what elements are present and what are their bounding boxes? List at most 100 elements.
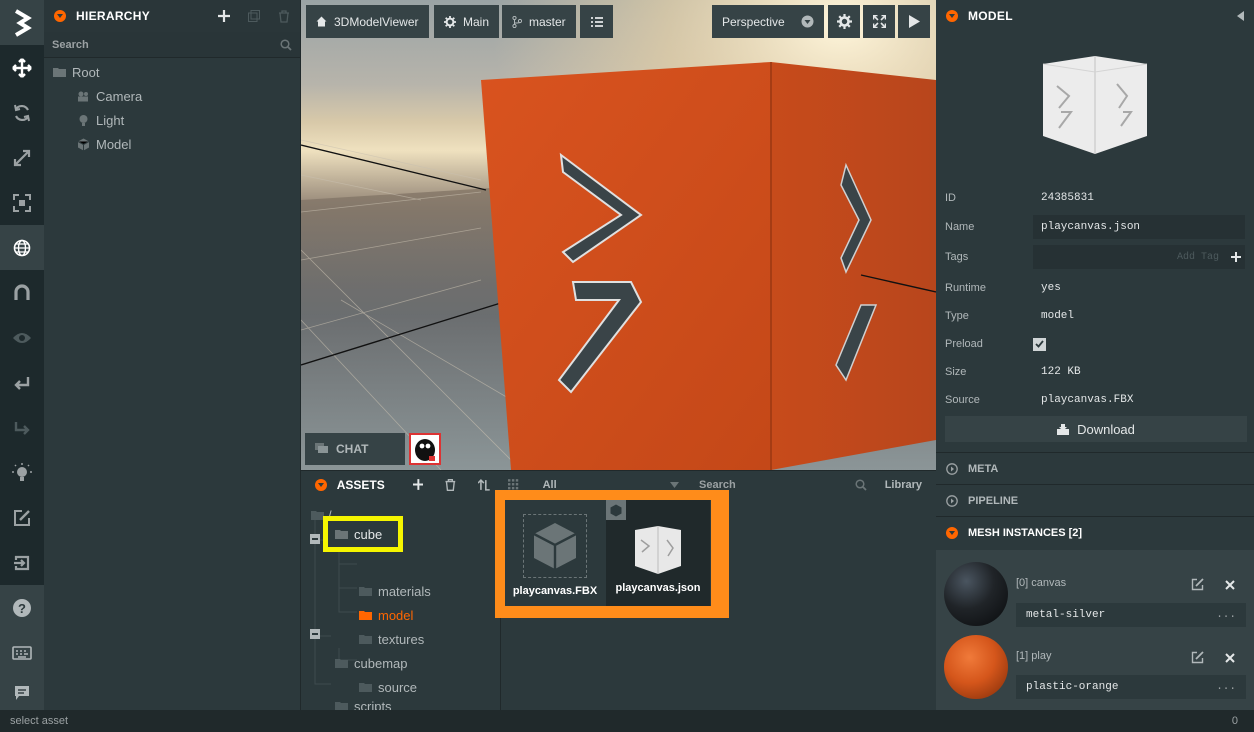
undo-icon[interactable] (0, 360, 44, 405)
folder-source[interactable]: source (359, 676, 417, 698)
avatar-icon (415, 439, 435, 461)
download-icon (1057, 423, 1070, 435)
folder-cubemap[interactable]: cubemap (335, 652, 407, 674)
tree-item-camera[interactable]: Camera (77, 85, 142, 107)
tags-placeholder: Add Tag (1176, 251, 1219, 263)
asset-search-placeholder: Search (699, 478, 736, 491)
prop-name: Name playcanvas.json (945, 215, 1245, 239)
library-button[interactable]: Library (885, 479, 922, 491)
edit-material-icon[interactable] (1191, 578, 1204, 591)
json-filename: playcanvas.json (615, 582, 701, 594)
folder-up-icon[interactable] (478, 478, 490, 491)
id-label: ID (945, 192, 956, 204)
svg-text:?: ? (18, 601, 26, 616)
lightmap-icon[interactable] (0, 450, 44, 495)
hierarchy-search[interactable]: Search (44, 32, 300, 58)
publish-icon[interactable] (0, 540, 44, 585)
grid-view-icon[interactable] (507, 479, 519, 490)
source-value: playcanvas.FBX (1041, 394, 1134, 406)
launch-button[interactable] (898, 5, 930, 38)
panel-fold-icon[interactable] (1237, 11, 1244, 21)
world-icon[interactable] (0, 225, 44, 270)
snap-icon[interactable] (0, 270, 44, 315)
redo-icon[interactable] (0, 405, 44, 450)
material-0-more[interactable]: ... (1216, 609, 1236, 621)
close-icon[interactable] (1225, 580, 1235, 590)
section-meta[interactable]: META (936, 452, 1254, 484)
folder-cube[interactable]: cube (328, 521, 398, 547)
inspector-collapse-icon[interactable] (946, 10, 958, 22)
meta-label: META (968, 462, 999, 475)
close-icon[interactable] (1225, 653, 1235, 663)
delete-asset-icon[interactable] (445, 478, 456, 491)
assets-collapse-icon[interactable] (315, 478, 327, 491)
eye-icon[interactable] (0, 315, 44, 360)
code-editor-icon[interactable] (0, 495, 44, 540)
size-value: 122 KB (1041, 366, 1081, 378)
expand-icon (946, 494, 958, 507)
folder-model[interactable]: model (359, 604, 413, 626)
name-value: playcanvas.json (1041, 221, 1141, 233)
scale-icon[interactable] (0, 135, 44, 180)
prop-id: ID 24385831 (945, 186, 1245, 210)
collapse-icon[interactable] (54, 10, 66, 22)
keyboard-icon[interactable] (0, 630, 44, 675)
tags-input[interactable]: Add Tag (1033, 245, 1245, 269)
section-mesh-instances[interactable]: MESH INSTANCES [2] (936, 516, 1254, 548)
asset-tile-json[interactable]: playcanvas.json (606, 500, 710, 606)
delete-entity-icon[interactable] (278, 9, 290, 23)
settings-button[interactable] (828, 5, 860, 38)
fullscreen-button[interactable] (863, 5, 895, 38)
mesh-collapse-icon (946, 526, 958, 539)
tree-item-root[interactable]: Root (53, 61, 99, 83)
logo-icon[interactable] (0, 0, 44, 45)
chat-widget[interactable]: CHAT (305, 433, 405, 465)
asset-search-input[interactable]: Search (699, 479, 867, 491)
chat-icon[interactable] (0, 675, 44, 710)
folder-icon (359, 587, 372, 596)
fbx-filename: playcanvas.FBX (512, 585, 598, 597)
add-entity-icon[interactable] (218, 10, 230, 22)
add-asset-icon[interactable] (412, 479, 424, 490)
folder-materials[interactable]: materials (359, 580, 431, 602)
material-1-more[interactable]: ... (1216, 681, 1236, 693)
download-button[interactable]: Download (945, 416, 1247, 442)
material-field-0[interactable]: metal-silver ... (1016, 603, 1246, 627)
resize-icon[interactable] (0, 180, 44, 225)
mesh-instance-list: [0] canvas metal-silver ... [1] play pla… (936, 550, 1254, 710)
folder-icon (359, 683, 372, 692)
section-pipeline[interactable]: PIPELINE (936, 484, 1254, 516)
menu-button[interactable] (580, 5, 613, 38)
inspector-title: MODEL (968, 9, 1013, 23)
camera-select[interactable]: Perspective (712, 5, 824, 38)
camera-select-value: Perspective (722, 14, 785, 29)
tree-item-model[interactable]: Model (77, 133, 131, 155)
tree-label-light: Light (96, 112, 125, 128)
viewport[interactable]: 3DModelViewer Main master Perspective CH… (301, 0, 936, 470)
asset-filter-select[interactable]: All (543, 479, 680, 491)
branch-button[interactable]: master (502, 5, 576, 38)
collapse-cubemap-icon[interactable] (310, 629, 320, 639)
asset-folder-tree: / cube materials model textures cubemap … (301, 498, 501, 714)
material-field-1[interactable]: plastic-orange ... (1016, 675, 1246, 699)
add-tag-icon[interactable] (1231, 252, 1241, 262)
duplicate-icon[interactable] (248, 10, 260, 22)
help-icon[interactable]: ? (0, 585, 44, 630)
folder-cubemap-label: cubemap (354, 655, 408, 671)
preload-checkbox[interactable] (1033, 337, 1046, 351)
tree-item-light[interactable]: Light (77, 109, 124, 131)
folder-source-label: source (378, 679, 418, 695)
rotate-icon[interactable] (0, 90, 44, 135)
expand-icon (946, 462, 958, 475)
folder-textures[interactable]: textures (359, 628, 424, 650)
runtime-label: Runtime (945, 282, 986, 294)
edit-material-icon[interactable] (1191, 651, 1204, 664)
user-avatar[interactable] (409, 433, 441, 465)
collapse-cube-icon[interactable] (310, 534, 320, 544)
project-button[interactable]: 3DModelViewer (306, 5, 429, 38)
search-icon (280, 38, 292, 51)
name-field[interactable]: playcanvas.json (1033, 215, 1245, 239)
translate-icon[interactable] (0, 45, 44, 90)
scene-button[interactable]: Main (434, 5, 500, 38)
asset-tile-fbx[interactable]: playcanvas.FBX (505, 500, 605, 606)
